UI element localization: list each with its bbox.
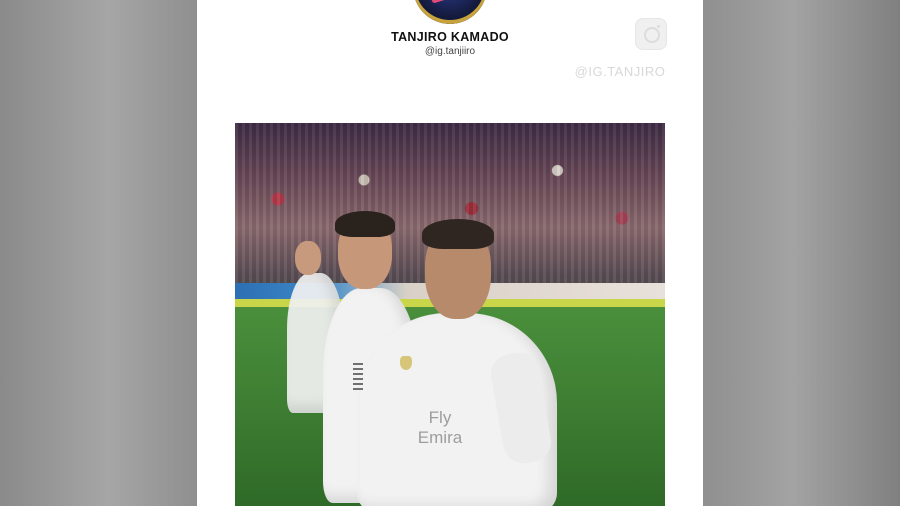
jersey-sponsor-text: Fly Emira: [417, 408, 463, 447]
instagram-icon: [635, 18, 667, 50]
watermark-text: @IG.TANJIRO: [574, 64, 666, 79]
profile-handle[interactable]: @ig.tanjiiro: [197, 46, 703, 57]
video-player-hair-2: [335, 211, 395, 237]
post-card: TANJIRO KAMADO @ig.tanjiiro @IG.TANJIRO …: [197, 0, 703, 506]
avatar-ring: [413, 0, 487, 24]
video-player-head-1: [295, 241, 321, 275]
instagram-lens: [644, 27, 660, 43]
jersey-stripes: [353, 363, 363, 393]
profile-name: TANJIRO KAMADO: [391, 30, 509, 44]
profile-avatar[interactable]: [413, 0, 487, 24]
instagram-dot: [657, 25, 660, 28]
blurred-background-right: [703, 0, 900, 506]
jersey-crest-icon: [400, 356, 412, 370]
video-player[interactable]: Fly Emira: [235, 123, 665, 506]
video-player-hair-3: [422, 219, 494, 249]
blurred-background-left: [0, 0, 197, 506]
